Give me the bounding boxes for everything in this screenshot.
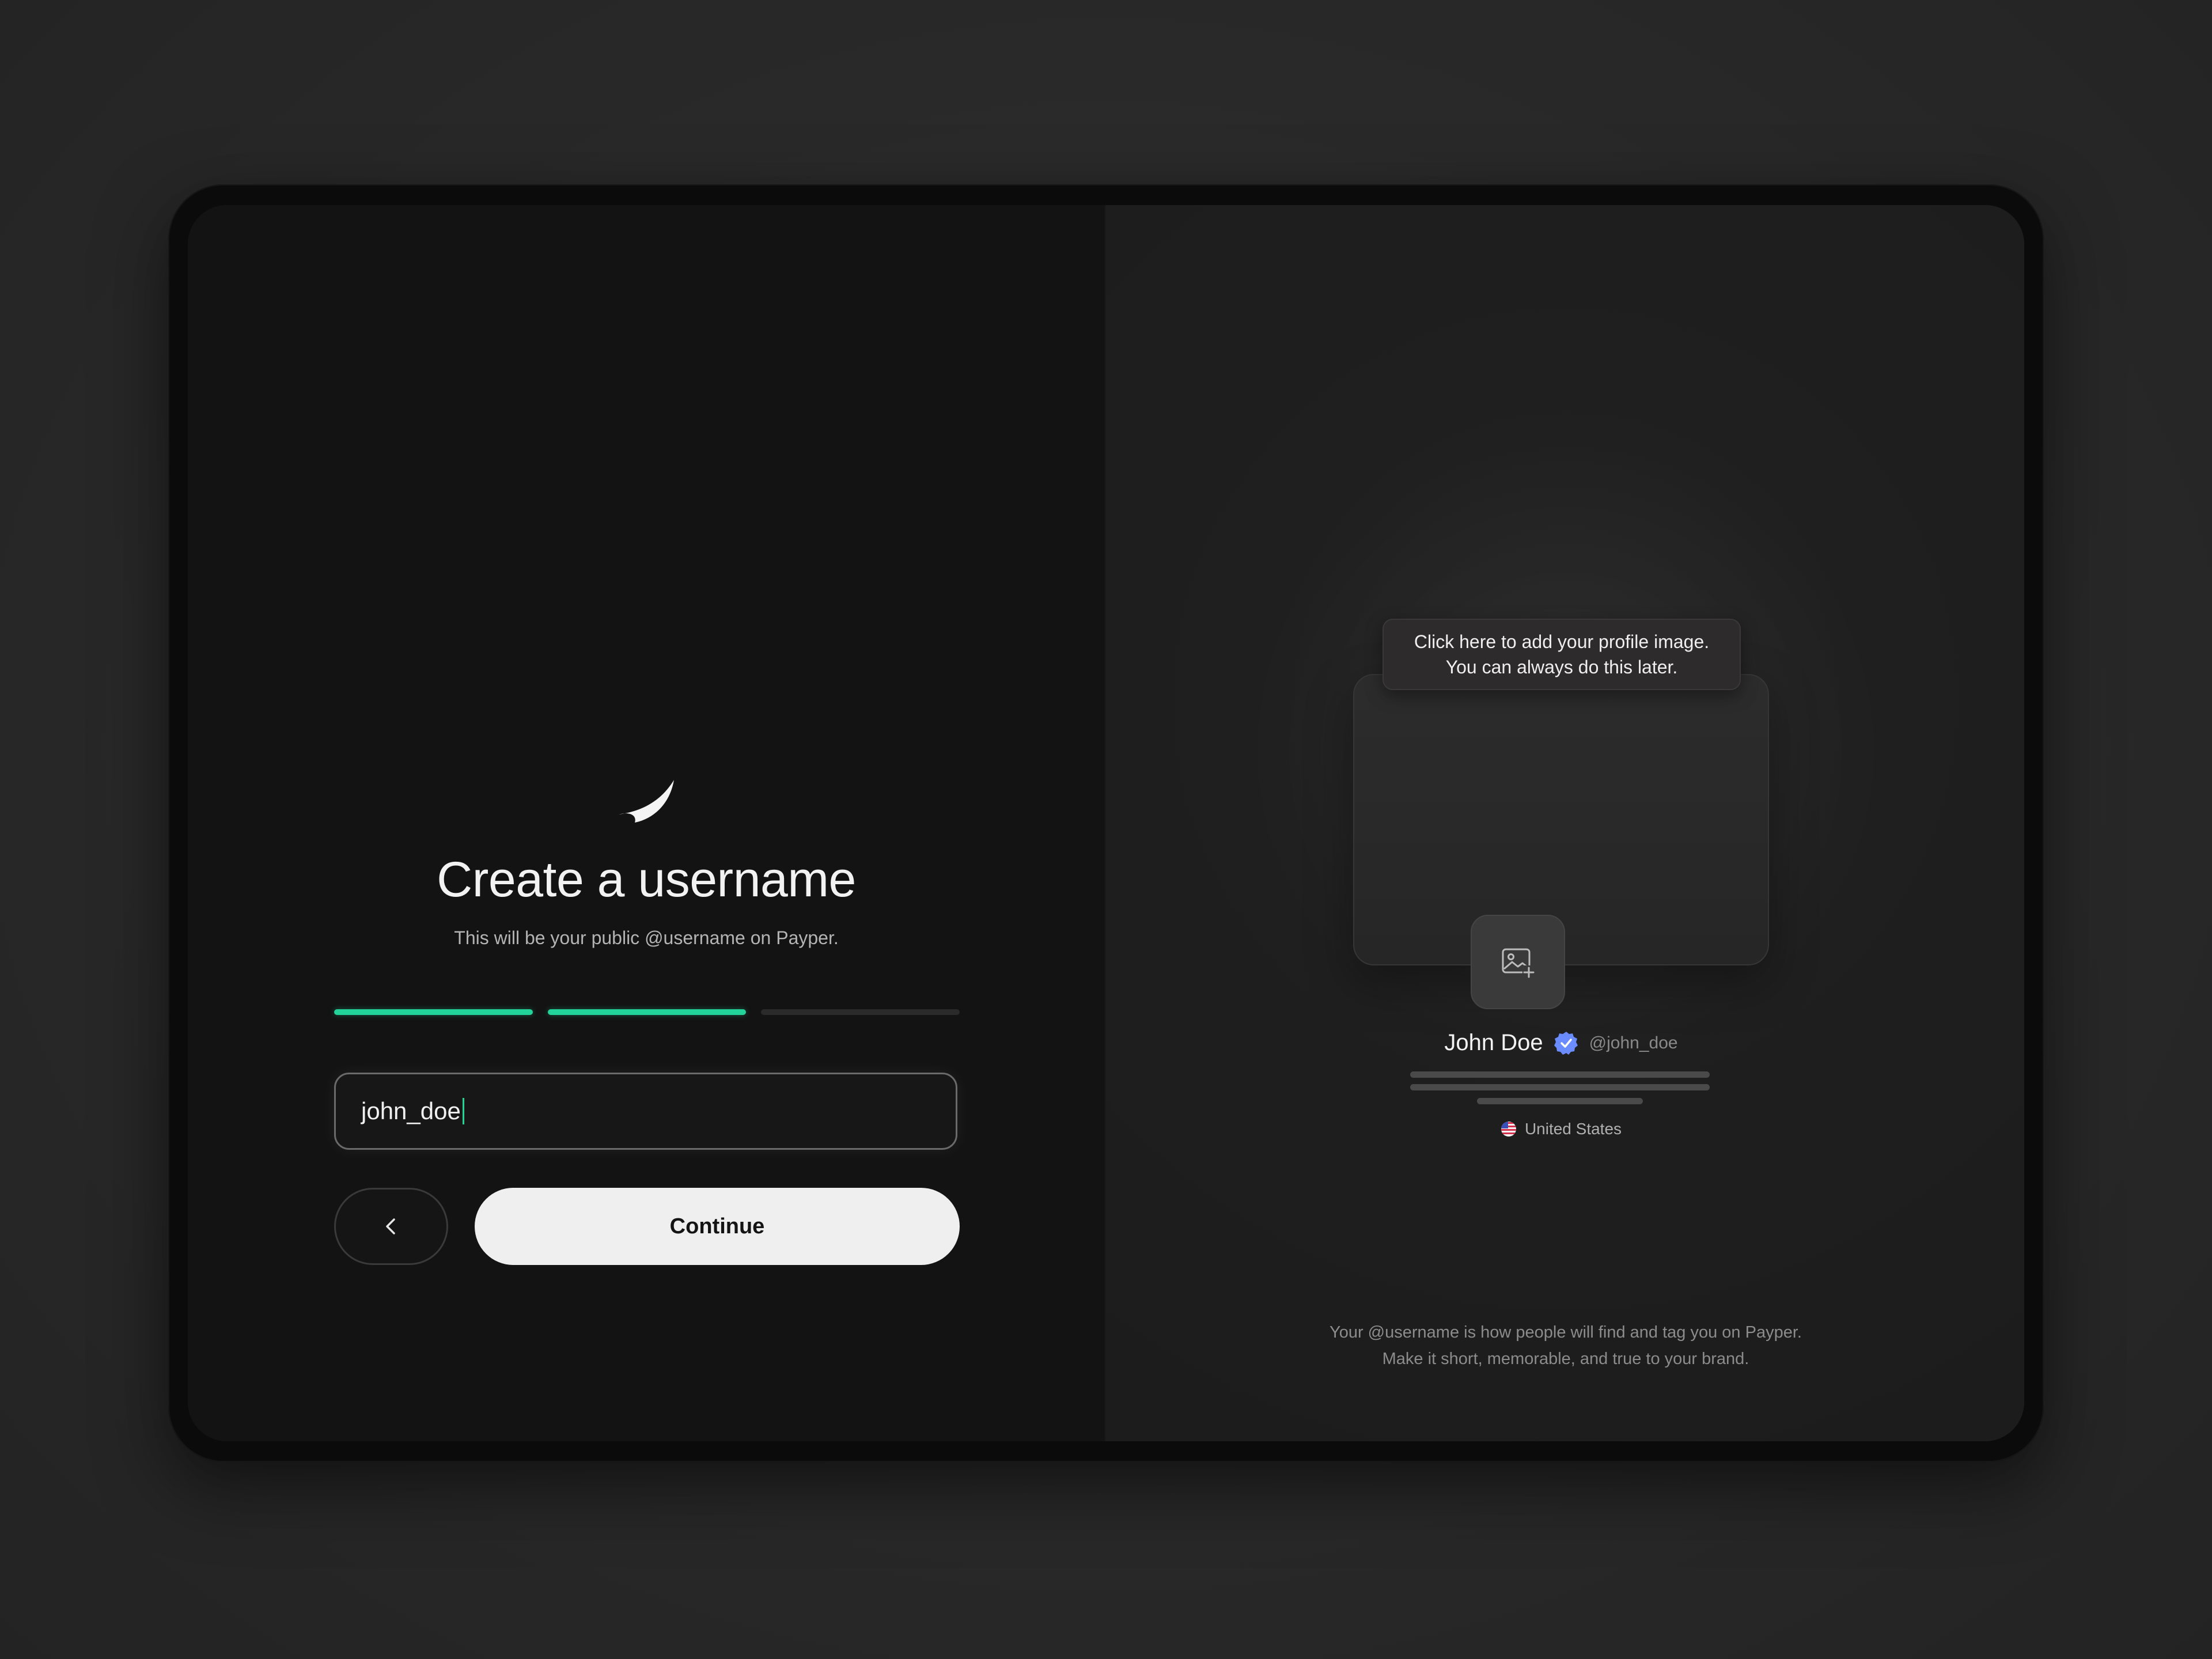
profile-preview-pane: Click here to add your profile image. Yo…	[1105, 205, 2024, 1441]
add-image-tooltip: Click here to add your profile image. Yo…	[1382, 619, 1741, 690]
profile-country: United States	[1524, 1120, 1622, 1138]
tooltip-line-1: Click here to add your profile image.	[1414, 631, 1710, 652]
bio-placeholder-line	[1410, 1071, 1710, 1078]
progress-step-1	[334, 1009, 533, 1015]
page-subtitle: This will be your public @username on Pa…	[454, 927, 839, 948]
verified-badge-icon	[1554, 1031, 1578, 1055]
progress-step-2	[547, 1009, 747, 1015]
profile-image-button[interactable]	[1471, 915, 1565, 1009]
device-frame: Create a username This will be your publ…	[168, 184, 2044, 1462]
us-flag-icon	[1501, 1122, 1516, 1137]
progress-step-3	[761, 1009, 960, 1015]
profile-name: John Doe	[1444, 1030, 1543, 1055]
help-text-line-1: Your @username is how people will find a…	[1330, 1323, 1802, 1342]
username-input[interactable]: john_doe	[334, 1073, 957, 1150]
profile-country-row: United States	[1353, 1120, 1769, 1138]
tooltip-line-2: You can always do this later.	[1445, 657, 1678, 677]
username-help-text: Your @username is how people will find a…	[1106, 1319, 2024, 1372]
back-button[interactable]	[334, 1188, 448, 1265]
page-title: Create a username	[437, 852, 856, 907]
username-input-value: john_doe	[361, 1097, 461, 1124]
bio-placeholder-line	[1410, 1084, 1710, 1090]
help-text-line-2: Make it short, memorable, and true to yo…	[1382, 1350, 1749, 1368]
bio-placeholder-line	[1477, 1098, 1643, 1104]
form-pane: Create a username This will be your publ…	[188, 205, 1105, 1441]
profile-name-row: John Doe @john_doe	[1353, 1030, 1769, 1056]
profile-handle: @john_doe	[1589, 1033, 1678, 1052]
step-progress	[334, 1009, 960, 1015]
text-caret	[462, 1098, 464, 1124]
add-image-icon	[1502, 948, 1535, 978]
continue-button[interactable]: Continue	[475, 1188, 960, 1265]
leaf-logo-icon	[619, 780, 674, 823]
chevron-left-icon	[386, 1218, 395, 1234]
app-screen: Create a username This will be your publ…	[188, 205, 2024, 1441]
